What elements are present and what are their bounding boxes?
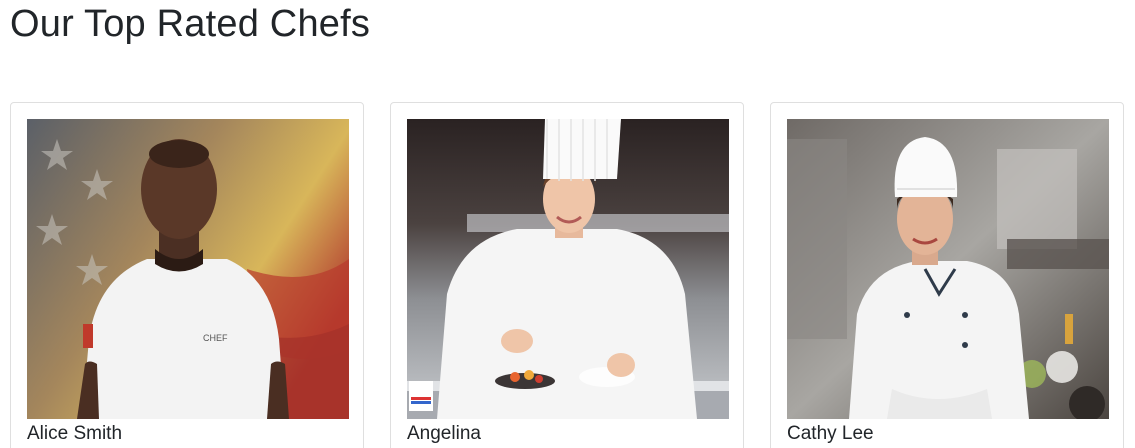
chefs-page: Our Top Rated Chefs CHEF Alice Smith Ang… (0, 0, 1135, 448)
chef-card[interactable]: CHEF Alice Smith (10, 102, 364, 448)
chef-name[interactable]: Cathy Lee (787, 421, 874, 447)
svg-text:CHEF: CHEF (203, 333, 228, 343)
chef-photo-kitchen-toque-icon (407, 119, 729, 419)
chef-name[interactable]: Angelina (407, 421, 481, 447)
chef-card[interactable]: Angelina (390, 102, 744, 448)
chef-photo[interactable] (407, 119, 729, 419)
chef-photo-restaurant-kitchen-icon (787, 119, 1109, 419)
chef-name[interactable]: Alice Smith (27, 421, 122, 447)
page-title: Our Top Rated Chefs (10, 3, 371, 45)
chef-photo-flag-background-icon: CHEF (27, 119, 349, 419)
chef-card[interactable]: Cathy Lee (770, 102, 1124, 448)
chef-card-list: CHEF Alice Smith Angelina Cathy Lee (10, 102, 1126, 448)
chef-photo[interactable]: CHEF (27, 119, 349, 419)
chef-photo[interactable] (787, 119, 1109, 419)
